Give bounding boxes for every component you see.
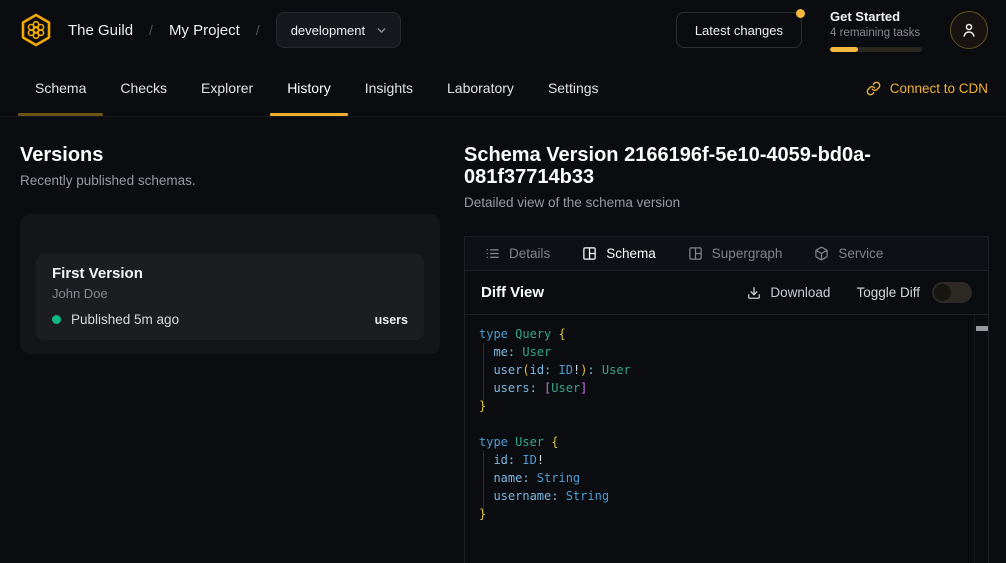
nav-tab-label: Schema xyxy=(35,80,86,96)
app-header: The Guild / My Project / development Lat… xyxy=(0,0,1006,60)
toggle-diff-control: Toggle Diff xyxy=(856,282,972,303)
versions-title: Versions xyxy=(20,144,440,166)
breadcrumb-project[interactable]: My Project xyxy=(169,22,240,39)
nav-tab-label: Checks xyxy=(120,80,167,96)
connect-to-cdn-link[interactable]: Connect to CDN xyxy=(866,60,988,116)
get-started-title: Get Started xyxy=(830,9,922,25)
breadcrumb-separator: / xyxy=(256,22,260,38)
chevron-down-icon xyxy=(375,24,388,37)
download-label: Download xyxy=(770,285,830,300)
tab-underline xyxy=(270,113,348,116)
published-status-text: Published 5m ago xyxy=(71,312,179,327)
versions-section: Versions Recently published schemas. Fir… xyxy=(20,144,440,563)
toggle-diff-switch[interactable] xyxy=(932,282,972,303)
user-icon xyxy=(960,21,978,39)
nav-tab-label: Laboratory xyxy=(447,80,514,96)
detail-tab-label: Details xyxy=(509,246,550,261)
versions-list: First Version John Doe Published 5m ago … xyxy=(20,214,440,354)
nav-tab-label: Settings xyxy=(548,80,599,96)
version-status-row: Published 5m ago users xyxy=(52,312,408,327)
detail-tab-details[interactable]: Details xyxy=(485,246,550,261)
latest-changes-button[interactable]: Latest changes xyxy=(676,12,802,48)
switch-knob xyxy=(934,284,951,301)
nav-tab-checks[interactable]: Checks xyxy=(103,60,184,116)
version-detail-panel: Details Schema Sup xyxy=(464,236,989,563)
diff-view-toolbar: Diff View Download Toggle Diff xyxy=(465,271,988,315)
notification-dot xyxy=(796,9,805,18)
version-detail-subtitle: Detailed view of the schema version xyxy=(464,195,989,210)
detail-panel-tabs: Details Schema Sup xyxy=(465,237,988,271)
nav-tab-label: Explorer xyxy=(201,80,253,96)
published-status-dot xyxy=(52,315,61,324)
target-nav: Schema Checks Explorer History Insights … xyxy=(0,60,1006,117)
nav-tab-explorer[interactable]: Explorer xyxy=(184,60,270,116)
breadcrumb-org[interactable]: The Guild xyxy=(68,22,133,39)
get-started-subtitle: 4 remaining tasks xyxy=(830,26,922,40)
cube-icon xyxy=(814,246,829,261)
detail-tab-label: Service xyxy=(838,246,883,261)
detail-tab-schema[interactable]: Schema xyxy=(582,246,656,261)
version-author: John Doe xyxy=(52,286,408,301)
breadcrumb-separator: / xyxy=(149,22,153,38)
scrollbar-thumb[interactable] xyxy=(976,326,988,331)
diff-view-title: Diff View xyxy=(481,284,544,301)
target-selector-value: development xyxy=(291,23,365,38)
nav-tabs: Schema Checks Explorer History Insights … xyxy=(18,60,616,116)
detail-tab-supergraph[interactable]: Supergraph xyxy=(688,246,783,261)
nav-tab-settings[interactable]: Settings xyxy=(531,60,616,116)
code-scrollbar[interactable] xyxy=(974,315,988,563)
connect-to-cdn-label: Connect to CDN xyxy=(890,81,988,96)
latest-changes-label: Latest changes xyxy=(695,23,783,38)
detail-tab-label: Supergraph xyxy=(712,246,783,261)
get-started-widget[interactable]: Get Started 4 remaining tasks xyxy=(830,9,922,52)
user-avatar-button[interactable] xyxy=(950,11,988,49)
panels-icon xyxy=(582,246,597,261)
nav-tab-laboratory[interactable]: Laboratory xyxy=(430,60,531,116)
link-icon xyxy=(866,81,881,96)
nav-tab-history[interactable]: History xyxy=(270,60,348,116)
detail-tab-label: Schema xyxy=(606,246,656,261)
panels-icon xyxy=(688,246,703,261)
code-block: type Query { me: User user(id: ID!): Use… xyxy=(465,315,974,563)
schema-code-viewer[interactable]: type Query { me: User user(id: ID!): Use… xyxy=(465,315,988,563)
main-content: Versions Recently published schemas. Fir… xyxy=(0,117,1006,563)
tab-underline xyxy=(18,113,103,116)
version-list-item[interactable]: First Version John Doe Published 5m ago … xyxy=(36,254,424,340)
target-selector-dropdown[interactable]: development xyxy=(276,12,401,48)
get-started-progress-bar xyxy=(830,47,922,52)
download-icon xyxy=(747,286,761,300)
nav-tab-label: History xyxy=(287,80,331,96)
version-detail-section: Schema Version 2166196f-5e10-4059-bd0a-0… xyxy=(464,144,989,563)
list-icon xyxy=(485,246,500,261)
detail-tab-service[interactable]: Service xyxy=(814,246,883,261)
version-service-badge: users xyxy=(375,313,408,327)
versions-subtitle: Recently published schemas. xyxy=(20,173,440,188)
nav-tab-label: Insights xyxy=(365,80,413,96)
toggle-diff-label: Toggle Diff xyxy=(856,285,920,300)
version-name: First Version xyxy=(52,265,408,283)
get-started-progress-fill xyxy=(830,47,858,52)
breadcrumb: The Guild / My Project / development xyxy=(68,12,401,48)
nav-tab-insights[interactable]: Insights xyxy=(348,60,430,116)
hive-logo-icon[interactable] xyxy=(18,12,54,48)
version-detail-title: Schema Version 2166196f-5e10-4059-bd0a-0… xyxy=(464,144,989,188)
nav-tab-schema[interactable]: Schema xyxy=(18,60,103,116)
download-button[interactable]: Download xyxy=(747,285,830,300)
